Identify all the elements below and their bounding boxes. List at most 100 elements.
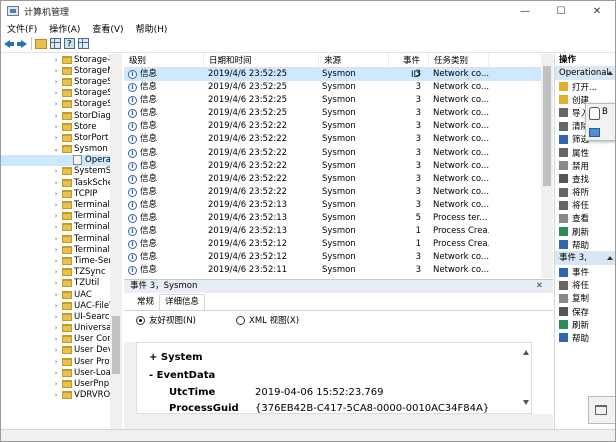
action-item[interactable]: 将任	[555, 199, 615, 212]
action-item[interactable]: 刷新	[555, 318, 615, 331]
tree-node[interactable]: › TZSync	[1, 267, 121, 278]
console-tree[interactable]: › Storage-T › StorageM › StorageSp › StorageSp ›…	[1, 54, 122, 429]
tree-scroll-thumb[interactable]	[112, 316, 120, 374]
event-row[interactable]: i 信息 2019/4/6 23:52:13 Sysmon 5 Process ter..…	[124, 212, 553, 225]
actions-section-operational[interactable]: Operational	[555, 66, 615, 80]
tree-node[interactable]: › User Devi	[1, 345, 121, 356]
collapsed-chevron-icon[interactable]: ›	[53, 391, 59, 399]
collapsed-chevron-icon[interactable]: ›	[53, 167, 59, 175]
detail-close-icon[interactable]: ✕	[536, 280, 543, 293]
action-item[interactable]: 查看	[555, 212, 615, 225]
tree-node[interactable]: › SystemSe	[1, 166, 121, 177]
event-row[interactable]: i 信息 2019/4/6 23:52:13 Sysmon 3 Network co...	[124, 199, 553, 212]
collapsed-chevron-icon[interactable]: ›	[53, 112, 59, 120]
collapsed-chevron-icon[interactable]: ›	[53, 212, 59, 220]
collapsed-chevron-icon[interactable]: ›	[53, 302, 59, 310]
forward-button[interactable]	[17, 37, 27, 51]
event-row[interactable]: i 信息 2019/4/6 23:52:25 Sysmon 3 Network co...	[124, 68, 553, 82]
event-row[interactable]: i 信息 2019/4/6 23:52:22 Sysmon 3 Network co...	[124, 186, 553, 199]
help-button[interactable]: ?	[64, 37, 75, 51]
tree-node[interactable]: › TCPIP	[1, 188, 121, 199]
action-item[interactable]: 事件	[555, 265, 615, 278]
collapsed-chevron-icon[interactable]: ›	[53, 346, 59, 354]
scroll-up-icon[interactable]	[523, 350, 529, 355]
collapsed-chevron-icon[interactable]: ›	[53, 246, 59, 254]
eventdata-node[interactable]: - EventData	[149, 370, 215, 381]
col-source[interactable]: 来源	[319, 54, 389, 67]
close-button[interactable]: ✕	[579, 1, 615, 21]
minimize-button[interactable]: —	[507, 1, 543, 21]
action-item[interactable]: 禁用	[555, 159, 615, 172]
collapsed-chevron-icon[interactable]: ›	[53, 268, 59, 276]
system-node[interactable]: + System	[149, 352, 203, 363]
col-datetime[interactable]: 日期和时间	[204, 54, 319, 67]
collapsed-chevron-icon[interactable]: ›	[53, 335, 59, 343]
collapsed-chevron-icon[interactable]: ›	[53, 89, 59, 97]
collapsed-chevron-icon[interactable]: ›	[53, 123, 59, 131]
action-item[interactable]: 属性	[555, 146, 615, 159]
tree-node[interactable]: › User Profi	[1, 356, 121, 367]
tree-node[interactable]: › UniversalT	[1, 323, 121, 334]
tree-node[interactable]: › StorPort	[1, 132, 121, 143]
actions-section-event[interactable]: 事件 3,	[555, 251, 615, 266]
tree-node[interactable]: › Time-Sen	[1, 255, 121, 266]
back-button[interactable]	[4, 37, 14, 51]
collapsed-chevron-icon[interactable]: ›	[53, 78, 59, 86]
action-item[interactable]: 刷新	[555, 225, 615, 238]
tree-node[interactable]: › VDRVROC	[1, 390, 121, 401]
event-list-scrollbar[interactable]	[541, 54, 553, 278]
tree-node[interactable]: › TerminalS	[1, 211, 121, 222]
tree-node[interactable]: › TerminalS	[1, 244, 121, 255]
event-row[interactable]: i 信息 2019/4/6 23:52:22 Sysmon 3 Network co...	[124, 173, 553, 186]
collapsed-chevron-icon[interactable]: ›	[53, 190, 59, 198]
collapsed-chevron-icon[interactable]: ›	[53, 179, 59, 187]
maximize-button[interactable]: ☐	[543, 1, 579, 21]
tree-node[interactable]: › User Cont	[1, 334, 121, 345]
tree-node[interactable]: Opera	[1, 154, 121, 166]
collapsed-chevron-icon[interactable]: ›	[53, 279, 59, 287]
action-item[interactable]: 将所	[555, 186, 615, 199]
scroll-down-icon[interactable]	[523, 400, 529, 405]
event-row[interactable]: i 信息 2019/4/6 23:52:11 Sysmon 3 Network co...	[124, 264, 553, 277]
tree-node[interactable]: ⌄ Sysmon	[1, 144, 121, 155]
tree-node[interactable]: › TerminalS	[1, 233, 121, 244]
collapsed-chevron-icon[interactable]: ›	[53, 380, 59, 388]
tree-node[interactable]: › StorageSp	[1, 99, 121, 110]
col-level[interactable]: 级别	[124, 54, 204, 67]
collapsed-chevron-icon[interactable]: ›	[53, 100, 59, 108]
event-row[interactable]: i 信息 2019/4/6 23:52:25 Sysmon 3 Network co...	[124, 81, 553, 94]
action-item[interactable]: 复制	[555, 292, 615, 305]
collapsed-chevron-icon[interactable]: ›	[53, 313, 59, 321]
menu-action[interactable]: 操作(A)	[43, 22, 86, 35]
event-row[interactable]: i 信息 2019/4/6 23:52:25 Sysmon 3 Network co...	[124, 94, 553, 107]
action-item[interactable]: 保存	[555, 305, 615, 318]
friendly-view-radio[interactable]: 友好视图(N)	[136, 314, 196, 326]
tree-node[interactable]: › UAC	[1, 289, 121, 300]
xml-view-radio[interactable]: XML 视图(X)	[236, 314, 299, 326]
event-row[interactable]: i 信息 2019/4/6 23:52:22 Sysmon 3 Network co...	[124, 120, 553, 133]
collapsed-chevron-icon[interactable]: ›	[53, 201, 59, 209]
tree-scrollbar[interactable]	[110, 54, 122, 429]
event-row[interactable]: i 信息 2019/4/6 23:52:22 Sysmon 3 Network co...	[124, 160, 553, 173]
tree-node[interactable]: › Store	[1, 121, 121, 132]
collapsed-chevron-icon[interactable]: ›	[53, 223, 59, 231]
menu-view[interactable]: 查看(V)	[86, 22, 129, 35]
menu-file[interactable]: 文件(F)	[1, 22, 43, 35]
event-row[interactable]: i 信息 2019/4/6 23:52:25 Sysmon 3 Network co...	[124, 107, 553, 120]
tree-node[interactable]: › StorageSp	[1, 88, 121, 99]
collapsed-chevron-icon[interactable]: ›	[53, 358, 59, 366]
collapsed-chevron-icon[interactable]: ›	[53, 257, 59, 265]
action-item[interactable]: 帮助	[555, 331, 615, 344]
tree-node[interactable]: › TZUtil	[1, 278, 121, 289]
tab-general[interactable]: 常规	[132, 295, 159, 310]
tab-details[interactable]: 详细信息	[159, 294, 206, 310]
action-pane-button[interactable]	[78, 37, 89, 51]
tree-node[interactable]: › StorageSp	[1, 76, 121, 87]
action-item[interactable]: 将任	[555, 279, 615, 292]
collapsed-chevron-icon[interactable]: ›	[53, 324, 59, 332]
event-list-scroll-thumb[interactable]	[543, 66, 551, 186]
event-row[interactable]: i 信息 2019/4/6 23:52:12 Sysmon 3 Network co...	[124, 251, 553, 264]
collapsed-chevron-icon[interactable]: ›	[53, 291, 59, 299]
collapsed-chevron-icon[interactable]: ›	[53, 56, 59, 64]
collapsed-chevron-icon[interactable]: ›	[53, 67, 59, 75]
